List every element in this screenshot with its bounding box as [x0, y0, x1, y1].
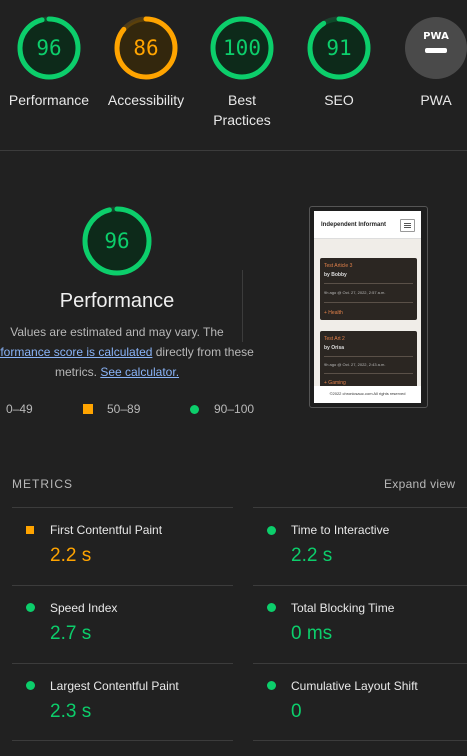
article-separator — [324, 356, 413, 357]
metric-name: Largest Contentful Paint — [50, 679, 179, 693]
gauge-label: PWA — [420, 92, 452, 108]
article-date: 9h ago @ Oct. 27, 2022, 2:57 a.m. — [324, 290, 386, 295]
legend-average-label: 50–89 — [107, 402, 141, 416]
gauge-accessibility[interactable]: 86 Accessibility — [91, 14, 201, 110]
gauge-label: SEO — [324, 92, 354, 108]
metric-name: Cumulative Layout Shift — [291, 679, 418, 693]
description-line: metrics. See calculator. — [0, 362, 251, 382]
gauge-score: 96 — [36, 36, 61, 60]
metric-value: 2.2 s — [50, 545, 92, 566]
legend-poor: 0–49 — [6, 402, 33, 416]
metric-name: Total Blocking Time — [291, 601, 395, 615]
legend-average: 50–89 — [83, 402, 140, 416]
metric-name: Speed Index — [50, 601, 118, 615]
thumbnail-article-card: Test Article 3 by Bobby 9h ago @ Oct. 27… — [320, 258, 417, 320]
description-line: performance score is calculated directly… — [0, 342, 254, 362]
header-divider — [0, 150, 467, 151]
article-author: by Bobby — [324, 272, 347, 278]
description-text: metrics. — [54, 365, 101, 379]
article-date: 9h ago @ Oct. 27, 2022, 2:43 a.m. — [324, 362, 386, 367]
thumbnail-article-card: Test Art 2 by Orisa 9h ago @ Oct. 27, 20… — [320, 331, 417, 389]
green-circle-icon — [267, 681, 276, 690]
article-author: by Orisa — [324, 345, 345, 351]
green-circle-icon — [26, 603, 35, 612]
green-circle-icon — [267, 526, 276, 535]
green-circle-icon — [267, 603, 276, 612]
article-title: Test Article 3 — [324, 263, 353, 269]
see-calculator-link[interactable]: See calculator. — [100, 365, 179, 379]
metric-first-contentful-paint: First Contentful Paint 2.2 s — [0, 507, 233, 585]
orange-square-icon — [83, 404, 93, 414]
gauge-ring: 100 — [210, 16, 274, 80]
article-tag: + Health — [324, 310, 343, 316]
gauge-ring: 91 — [307, 16, 371, 80]
score-calculated-link[interactable]: performance score is calculated — [0, 345, 152, 359]
gauge-seo[interactable]: 91 SEO — [284, 14, 394, 110]
gauge-performance[interactable]: 96 Performance — [0, 14, 104, 110]
metrics-divider — [12, 740, 233, 741]
gauge-ring: 96 — [17, 16, 81, 80]
gauge-score: 91 — [326, 36, 351, 60]
pwa-badge-icon: PWA — [405, 17, 467, 79]
metric-total-blocking-time: Total Blocking Time 0 ms — [253, 585, 467, 663]
performance-description: Values are estimated and may vary. The p… — [0, 322, 254, 382]
legend-poor-label: 0–49 — [6, 402, 33, 416]
metric-name: Time to Interactive — [291, 523, 390, 537]
gauge-pwa[interactable]: PWA PWA — [381, 14, 467, 110]
performance-gauge: 96 — [82, 206, 152, 276]
metric-value: 2.2 s — [291, 545, 333, 566]
metric-value: 2.7 s — [50, 623, 92, 644]
gauge-label: Performance — [8, 92, 90, 108]
gauge-label: Best Practices — [213, 92, 271, 128]
green-circle-icon — [190, 405, 199, 414]
article-separator — [324, 302, 413, 303]
metric-speed-index: Speed Index 2.7 s — [0, 585, 233, 663]
gauge-score: 100 — [223, 36, 261, 60]
article-separator — [324, 373, 413, 374]
thumbnail-footer: ©2022 chronicsauc.com All rights reserve… — [314, 386, 421, 403]
pwa-badge-text: PWA — [423, 31, 449, 42]
performance-title: Performance — [59, 290, 175, 312]
metric-value: 0 — [291, 701, 302, 722]
metrics-heading: METRICS — [12, 477, 73, 491]
orange-square-icon — [26, 526, 34, 534]
thumbnail-site-title: Independent Informant — [321, 222, 386, 228]
description-text: directly from these — [152, 345, 254, 359]
metric-cumulative-layout-shift: Cumulative Layout Shift 0 — [253, 663, 467, 741]
metric-value: 2.3 s — [50, 701, 92, 722]
gauge-ring: 86 — [114, 16, 178, 80]
performance-score: 96 — [104, 229, 129, 253]
article-separator — [324, 283, 413, 284]
gauge-score: 86 — [133, 36, 158, 60]
final-screenshot-thumbnail[interactable]: Independent Informant Test Article 3 by … — [309, 206, 428, 408]
green-circle-icon — [26, 681, 35, 690]
metric-time-to-interactive: Time to Interactive 2.2 s — [253, 507, 467, 585]
metric-largest-contentful-paint: Largest Contentful Paint 2.3 s — [0, 663, 233, 741]
thumbnail-page: Independent Informant Test Article 3 by … — [314, 211, 421, 403]
hamburger-icon — [400, 219, 415, 232]
legend-good: 90–100 — [190, 402, 254, 416]
gauge-best-practices[interactable]: 100 Best Practices — [187, 14, 297, 130]
metrics-divider — [253, 740, 467, 741]
expand-view-button[interactable]: Expand view — [384, 477, 455, 491]
description-line: Values are estimated and may vary. The — [10, 325, 224, 339]
metric-value: 0 ms — [291, 623, 333, 644]
gauge-label: Accessibility — [107, 92, 185, 108]
article-title: Test Art 2 — [324, 336, 345, 342]
metric-name: First Contentful Paint — [50, 523, 163, 537]
legend-good-label: 90–100 — [214, 402, 255, 416]
thumbnail-footer-text: ©2022 chronicsauc.com All rights reserve… — [329, 391, 406, 396]
